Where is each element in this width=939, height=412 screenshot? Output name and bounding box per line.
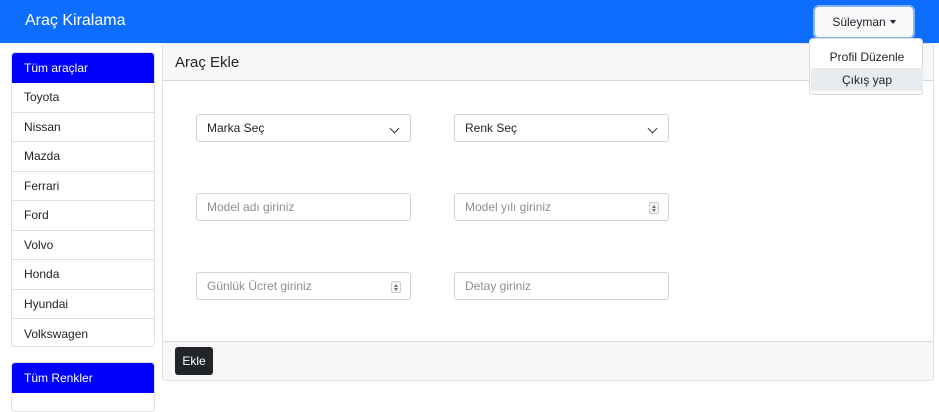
model-name-placeholder: Model adı giriniz bbox=[207, 200, 295, 214]
user-dropdown-menu: Profil Düzenle Çıkış yap bbox=[809, 38, 923, 95]
user-menu-button[interactable]: Süleyman bbox=[815, 7, 913, 37]
user-name-label: Süleyman bbox=[832, 15, 886, 29]
brand-item-volvo[interactable]: Volvo bbox=[12, 231, 154, 260]
brand-item-ford[interactable]: Ford bbox=[12, 201, 154, 231]
brand-item-all[interactable]: Tüm araçlar bbox=[12, 53, 154, 83]
model-year-input[interactable]: Model yılı giriniz bbox=[454, 193, 669, 221]
brand-item-volkswagen[interactable]: Volkswagen bbox=[12, 319, 154, 346]
brand-item-nissan[interactable]: Nissan bbox=[12, 113, 154, 142]
brand-select[interactable]: Marka Seç bbox=[196, 114, 411, 142]
daily-price-input[interactable]: Günlük Ücret giriniz bbox=[196, 272, 411, 300]
submit-button[interactable]: Ekle bbox=[175, 347, 213, 375]
brand-item-mazda[interactable]: Mazda bbox=[12, 142, 154, 172]
color-select-value: Renk Seç bbox=[465, 121, 518, 135]
brand-select-value: Marka Seç bbox=[207, 121, 265, 135]
brand-item-hyundai[interactable]: Hyundai bbox=[12, 290, 154, 319]
color-list: Tüm Renkler bbox=[11, 362, 155, 412]
spinner-icon[interactable] bbox=[649, 202, 659, 214]
description-placeholder: Detay giriniz bbox=[465, 279, 532, 293]
daily-price-placeholder: Günlük Ücret giriniz bbox=[207, 279, 312, 293]
model-year-placeholder: Model yılı giriniz bbox=[465, 200, 552, 214]
brand-title[interactable]: Araç Kiralama bbox=[25, 12, 125, 30]
caret-down-icon bbox=[889, 20, 896, 24]
brand-item-honda[interactable]: Honda bbox=[12, 260, 154, 290]
card-footer: Ekle bbox=[163, 341, 933, 380]
model-name-input[interactable]: Model adı giriniz bbox=[196, 193, 411, 221]
brand-item-ferrari[interactable]: Ferrari bbox=[12, 172, 154, 201]
color-select[interactable]: Renk Seç bbox=[454, 114, 669, 142]
description-input[interactable]: Detay giriniz bbox=[454, 272, 669, 300]
chevron-down-icon bbox=[647, 123, 658, 134]
color-item-all[interactable]: Tüm Renkler bbox=[12, 363, 154, 393]
brand-item-toyota[interactable]: Toyota bbox=[12, 83, 154, 113]
menu-item-edit-profile[interactable]: Profil Düzenle bbox=[811, 45, 923, 68]
brand-list: Tüm araçlar Toyota Nissan Mazda Ferrari … bbox=[11, 52, 155, 347]
chevron-down-icon bbox=[389, 123, 400, 134]
spinner-icon[interactable] bbox=[391, 281, 401, 293]
menu-item-logout[interactable]: Çıkış yap bbox=[811, 68, 923, 91]
top-navbar: Araç Kiralama Süleyman bbox=[0, 0, 939, 43]
